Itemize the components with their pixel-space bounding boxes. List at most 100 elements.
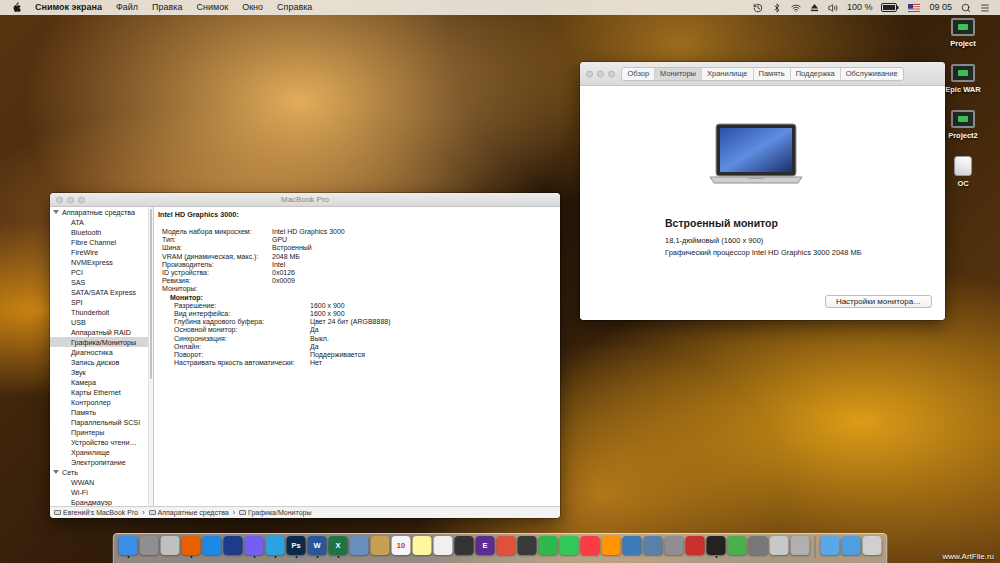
app-icon[interactable]: [182, 536, 201, 555]
app-icon[interactable]: [497, 536, 516, 555]
dock-item[interactable]: [224, 536, 243, 558]
menu-item[interactable]: Окно: [242, 0, 263, 15]
dock-item[interactable]: [770, 536, 789, 558]
dock-item[interactable]: E: [476, 536, 495, 558]
sidebar-item[interactable]: Хранилище: [50, 447, 148, 457]
battery-reading[interactable]: 100 %: [847, 0, 873, 15]
about-window[interactable]: ОбзорМониторыХранилищеПамятьПоддержкаОбс…: [580, 62, 945, 320]
title-bar[interactable]: ОбзорМониторыХранилищеПамятьПоддержкаОбс…: [580, 62, 945, 86]
app-icon[interactable]: [434, 536, 453, 555]
sidebar-item[interactable]: Камера: [50, 377, 148, 387]
folder-icon[interactable]: [842, 536, 861, 555]
dock-item[interactable]: [182, 536, 201, 558]
battery-icon[interactable]: [881, 3, 899, 12]
app-icon[interactable]: X: [329, 536, 348, 555]
zoom-button[interactable]: [78, 196, 85, 203]
dock-item[interactable]: [602, 536, 621, 558]
sidebar-group[interactable]: Сеть: [50, 467, 148, 477]
app-icon[interactable]: [791, 536, 810, 555]
dock-item[interactable]: [791, 536, 810, 558]
dock-item[interactable]: [560, 536, 579, 558]
sidebar-item[interactable]: Fibre Channel: [50, 237, 148, 247]
dock-item[interactable]: [728, 536, 747, 558]
path-crumb[interactable]: Евгений's MacBook Pro: [54, 509, 138, 516]
sidebar-item[interactable]: Звук: [50, 367, 148, 377]
zoom-button[interactable]: [608, 70, 615, 77]
app-icon[interactable]: [245, 536, 264, 555]
app-icon[interactable]: [371, 536, 390, 555]
scroll-thumb[interactable]: [150, 209, 152, 379]
app-icon[interactable]: [455, 536, 474, 555]
app-icon[interactable]: [623, 536, 642, 555]
minimize-button[interactable]: [597, 70, 604, 77]
dock-item[interactable]: [686, 536, 705, 558]
sidebar-item[interactable]: Параллельный SCSI: [50, 417, 148, 427]
eject-icon[interactable]: [810, 3, 819, 12]
dock-item[interactable]: [161, 536, 180, 558]
sidebar-item[interactable]: Принтеры: [50, 427, 148, 437]
tab[interactable]: Обслуживание: [840, 68, 903, 80]
bluetooth-icon[interactable]: [772, 3, 782, 13]
dock-item[interactable]: W: [308, 536, 327, 558]
app-icon[interactable]: [518, 536, 537, 555]
app-icon[interactable]: W: [308, 536, 327, 555]
disclosure-icon[interactable]: [53, 470, 59, 474]
dock-stack[interactable]: [863, 536, 882, 558]
app-icon[interactable]: [560, 536, 579, 555]
sidebar-item[interactable]: Thunderbolt: [50, 307, 148, 317]
app-icon[interactable]: [203, 536, 222, 555]
system-info-window[interactable]: MacBook ProАппаратные средстваATABluetoo…: [50, 193, 560, 518]
desktop-icon[interactable]: OC: [954, 156, 972, 188]
sidebar-item[interactable]: Память: [50, 407, 148, 417]
sidebar-item[interactable]: USB: [50, 317, 148, 327]
sidebar-item[interactable]: FireWire: [50, 247, 148, 257]
app-icon[interactable]: [350, 536, 369, 555]
folder-icon[interactable]: [821, 536, 840, 555]
sidebar-item[interactable]: Диагностика: [50, 347, 148, 357]
dock-item[interactable]: [707, 536, 726, 558]
dock-item[interactable]: [266, 536, 285, 558]
menu-item[interactable]: Справка: [277, 0, 312, 15]
tab[interactable]: Хранилище: [701, 68, 753, 80]
dock-item[interactable]: X: [329, 536, 348, 558]
app-icon[interactable]: [119, 536, 138, 555]
sidebar-item[interactable]: Графика/Мониторы: [50, 337, 148, 347]
path-crumb[interactable]: Графика/Мониторы: [239, 509, 311, 516]
sidebar-item[interactable]: SPI: [50, 297, 148, 307]
app-icon[interactable]: [413, 536, 432, 555]
wifi-icon[interactable]: [791, 3, 801, 13]
scrollbar[interactable]: [148, 207, 154, 506]
sidebar-item[interactable]: Wi-Fi: [50, 487, 148, 497]
desktop-icon[interactable]: Epic WAR: [945, 64, 980, 94]
app-icon[interactable]: [539, 536, 558, 555]
app-icon[interactable]: E: [476, 536, 495, 555]
dock-item[interactable]: [455, 536, 474, 558]
dock-item[interactable]: [623, 536, 642, 558]
close-button[interactable]: [56, 196, 63, 203]
app-icon[interactable]: [749, 536, 768, 555]
minimize-button[interactable]: [67, 196, 74, 203]
dock-stack[interactable]: [842, 536, 861, 558]
app-menu[interactable]: Снимок экрана: [35, 0, 102, 15]
sidebar-item[interactable]: Запись дисков: [50, 357, 148, 367]
app-icon[interactable]: [602, 536, 621, 555]
flag-icon[interactable]: [908, 4, 920, 12]
sidebar-item[interactable]: PCI: [50, 267, 148, 277]
sidebar-item[interactable]: NVMExpress: [50, 257, 148, 267]
app-icon[interactable]: [686, 536, 705, 555]
menu-item[interactable]: Файл: [116, 0, 138, 15]
tab[interactable]: Поддержка: [790, 68, 840, 80]
dock-item[interactable]: [413, 536, 432, 558]
search-icon[interactable]: [961, 3, 971, 13]
dock-item[interactable]: [434, 536, 453, 558]
app-icon[interactable]: [728, 536, 747, 555]
dock-item[interactable]: [203, 536, 222, 558]
app-icon[interactable]: [266, 536, 285, 555]
display-settings-button[interactable]: Настройки монитора…: [825, 295, 932, 308]
notification-icon[interactable]: [980, 3, 990, 13]
app-icon[interactable]: Ps: [287, 536, 306, 555]
sidebar-item[interactable]: Bluetooth: [50, 227, 148, 237]
sidebar-item[interactable]: Брандмауэр: [50, 497, 148, 506]
app-icon[interactable]: [644, 536, 663, 555]
dock-item[interactable]: [245, 536, 264, 558]
